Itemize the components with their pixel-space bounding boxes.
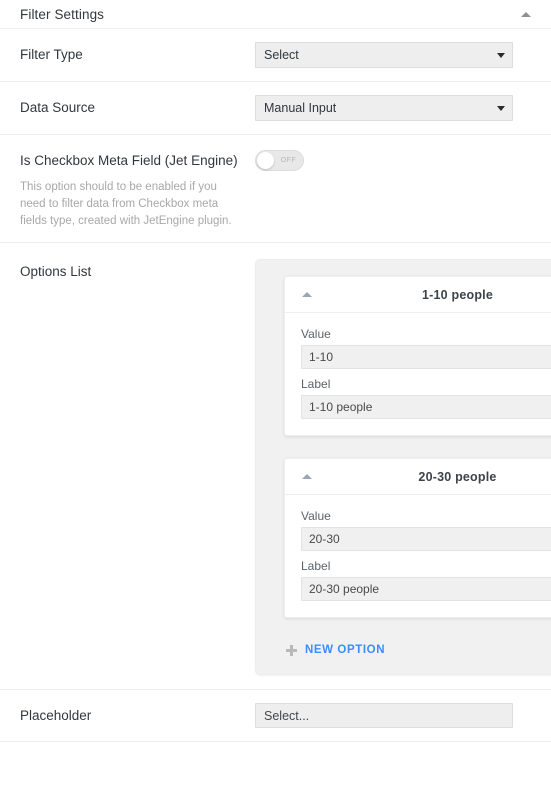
option-label-label: Label (301, 559, 331, 574)
triangle-up-glyph (302, 474, 312, 480)
filter-settings-panel: Filter Settings Filter Type Select Data … (0, 0, 551, 806)
options-list-label: Options List (20, 264, 92, 280)
placeholder-control-col: Select... (255, 703, 531, 729)
option-label-input[interactable]: 1-10 people (301, 395, 551, 420)
checkbox-meta-description: This option should to be enabled if you … (20, 181, 232, 227)
row-placeholder: Placeholder Select... (0, 690, 551, 743)
option-item-title: 20-30 people (418, 469, 497, 484)
option-value-input[interactable]: 1-10 (301, 345, 551, 370)
triangle-up-glyph (302, 292, 312, 298)
filter-type-selected-value: Select (264, 48, 299, 62)
triangle-up-icon[interactable] (301, 289, 313, 301)
chevron-down-icon (497, 106, 505, 111)
checkbox-meta-label: Is Checkbox Meta Field (Jet Engine) (20, 153, 238, 168)
checkbox-meta-control-col: OFF (255, 148, 531, 171)
placeholder-input[interactable]: Select... (255, 703, 513, 729)
plus-icon (286, 644, 297, 656)
filter-type-select[interactable]: Select (255, 42, 513, 68)
placeholder-label: Placeholder (20, 708, 92, 724)
option-label-label: Label (301, 377, 331, 392)
chevron-down-icon (497, 53, 505, 58)
option-item: 20-30 people ✖ Value 20-30 Label 20-30 p… (284, 458, 551, 619)
new-option-label: NEW OPTION (305, 644, 386, 657)
data-source-control-col: Manual Input (255, 95, 531, 121)
option-value-label: Value (301, 327, 331, 342)
row-data-source: Data Source Manual Input (0, 82, 551, 135)
options-repeater: 1-10 people ✖ Value 1-10 Label 1-10 peop… (255, 259, 551, 676)
option-item: 1-10 people ✖ Value 1-10 Label 1-10 peop… (284, 276, 551, 437)
row-checkbox-meta-field: Is Checkbox Meta Field (Jet Engine) This… (0, 135, 551, 244)
filter-type-label-col: Filter Type (20, 42, 255, 64)
option-value-label: Value (301, 509, 331, 524)
row-options-list: Options List 1-10 people ✖ Value 1-10 (0, 243, 551, 691)
panel-header[interactable]: Filter Settings (0, 0, 551, 29)
data-source-label-col: Data Source (20, 95, 255, 117)
option-item-header[interactable]: 20-30 people ✖ (285, 459, 551, 496)
triangle-up-icon[interactable] (301, 471, 313, 483)
row-filter-type: Filter Type Select (0, 29, 551, 82)
checkbox-meta-toggle[interactable]: OFF (255, 150, 304, 171)
data-source-label: Data Source (20, 100, 96, 115)
options-list-label-col: Options List (20, 259, 255, 281)
option-item-header[interactable]: 1-10 people ✖ (285, 277, 551, 314)
triangle-up-glyph (521, 11, 531, 17)
placeholder-label-col: Placeholder (20, 703, 255, 725)
filter-type-label: Filter Type (20, 47, 83, 62)
data-source-selected-value: Manual Input (264, 101, 337, 115)
checkbox-meta-label-col: Is Checkbox Meta Field (Jet Engine) This… (20, 148, 255, 229)
toggle-state-label: OFF (280, 157, 296, 164)
option-value-input[interactable]: 20-30 (301, 527, 551, 552)
data-source-select[interactable]: Manual Input (255, 95, 513, 121)
triangle-up-icon[interactable] (519, 7, 533, 21)
option-item-body: Value 1-10 Label 1-10 people (285, 313, 551, 435)
options-list-control-col: 1-10 people ✖ Value 1-10 Label 1-10 peop… (255, 259, 551, 676)
new-option-button[interactable]: NEW OPTION (284, 640, 387, 658)
option-label-input[interactable]: 20-30 people (301, 577, 551, 602)
option-item-title: 1-10 people (422, 287, 493, 302)
option-item-body: Value 20-30 Label 20-30 people (285, 495, 551, 617)
filter-type-control-col: Select (255, 42, 531, 68)
toggle-knob (257, 152, 274, 169)
page-title: Filter Settings (20, 6, 105, 22)
